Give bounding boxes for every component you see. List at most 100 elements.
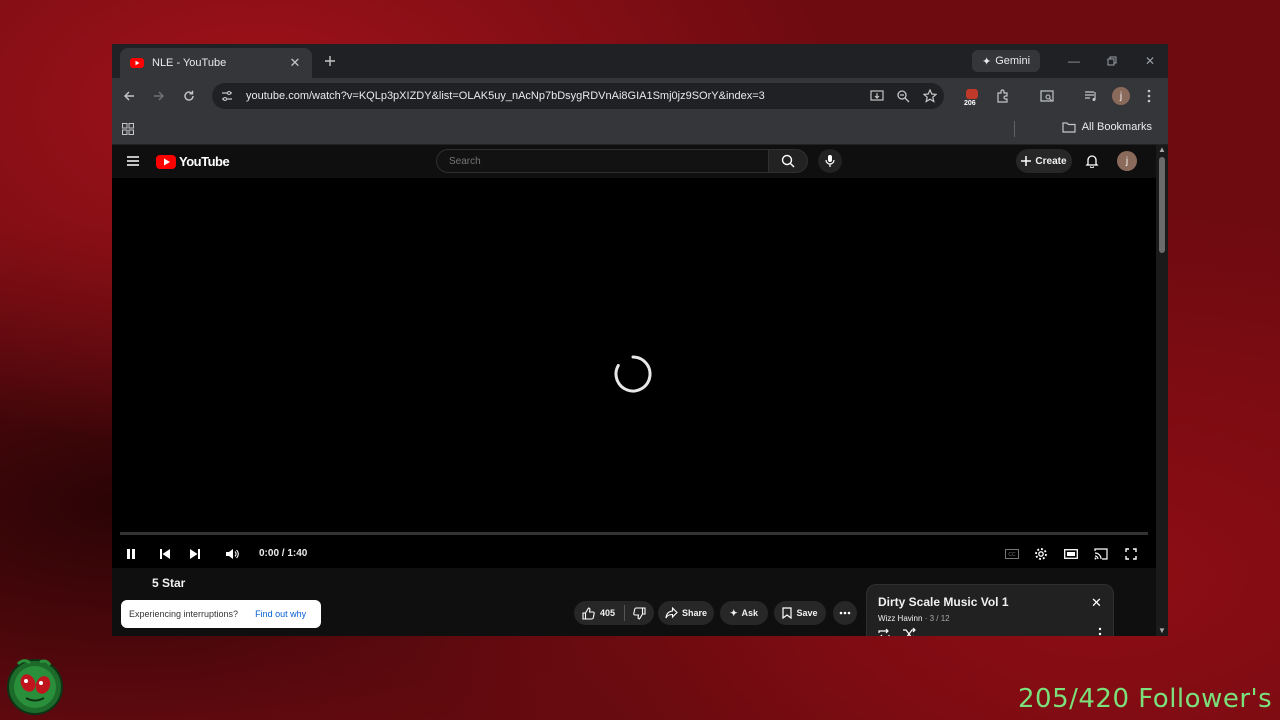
scroll-down-icon[interactable]: ▼ [1158,627,1166,635]
fullscreen-icon[interactable] [1120,543,1142,565]
video-player[interactable]: 0:00 / 1:40 CC [112,178,1156,568]
cast-icon[interactable] [1090,543,1112,565]
youtube-logo-text: YouTube [179,154,230,169]
ask-label: Ask [741,608,759,618]
search-icon [781,154,795,168]
restore-icon[interactable] [1102,51,1122,71]
media-controls-icon[interactable] [1082,87,1100,105]
playlist-title[interactable]: Dirty Scale Music Vol 1 [878,595,1009,609]
playlist-separator: · [924,614,928,623]
tab-search-icon[interactable] [1038,87,1056,105]
create-button[interactable]: Create [1016,149,1072,173]
tab-title: NLE - YouTube [152,57,227,69]
create-label: Create [1035,155,1067,167]
bookmarks-bar: All Bookmarks [112,114,1168,145]
site-info-icon[interactable] [220,89,234,103]
youtube-page: YouTube Create j [112,145,1156,636]
tab-youtube[interactable]: NLE - YouTube ✕ [120,48,312,78]
playlist-panel: Dirty Scale Music Vol 1 Wizz Havinn · 3 … [866,584,1114,636]
time-display: 0:00 / 1:40 [259,548,308,559]
forward-icon[interactable] [148,85,170,107]
plus-icon [1021,156,1032,166]
microphone-icon [825,155,835,167]
playlist-subtitle: Wizz Havinn · 3 / 12 [878,614,950,623]
video-title: 5 Star [152,576,186,590]
ask-button[interactable]: ✦ Ask [720,601,768,625]
like-button[interactable]: 405 [582,606,616,620]
previous-icon[interactable] [154,543,176,565]
share-label: Share [681,608,707,618]
captions-icon[interactable]: CC [1001,543,1023,565]
notifications-bell-icon[interactable] [1082,151,1102,171]
playlist-close-icon[interactable]: ✕ [1091,595,1102,611]
followers-counter: 205/420 Follower's [1018,684,1273,714]
back-icon[interactable] [118,85,140,107]
more-dots-icon [839,611,851,615]
page-scrollbar[interactable]: ▲ ▼ [1156,145,1168,636]
volume-icon[interactable] [221,543,243,565]
youtube-header: YouTube Create j [112,145,1156,178]
all-bookmarks-label: All Bookmarks [1081,121,1152,133]
like-count: 405 [600,608,616,618]
thumbs-up-icon [582,606,595,620]
minimize-icon[interactable]: — [1064,51,1084,71]
thumbs-down-icon [633,606,646,620]
extensions-puzzle-icon[interactable] [994,87,1012,105]
playlist-author[interactable]: Wizz Havinn [878,614,922,623]
tab-strip: NLE - YouTube ✕ ✦ Gemini — ✕ [112,44,1168,78]
ask-sparkle-icon: ✦ [729,607,738,618]
extension-badge[interactable]: 206 [963,88,981,108]
save-label: Save [796,608,818,618]
pause-icon[interactable] [120,543,142,565]
all-bookmarks-button[interactable]: All Bookmarks [1062,121,1168,133]
share-button[interactable]: Share [658,601,714,625]
like-divider [624,605,626,621]
tab-close-icon[interactable]: ✕ [286,54,304,72]
settings-gear-icon[interactable] [1030,543,1052,565]
extension-badge-count: 206 [963,100,977,108]
scroll-up-icon[interactable]: ▲ [1158,146,1166,154]
bookmark-star-icon[interactable] [921,87,939,105]
browser-toolbar: youtube.com/watch?v=KQLp3pXIZDY&list=OLA… [112,78,1168,114]
more-actions-button[interactable] [833,601,857,625]
install-app-icon[interactable] [868,87,886,105]
find-out-why-link[interactable]: Find out why [255,609,306,619]
apps-grid-icon[interactable] [117,118,139,140]
search-box[interactable] [436,149,768,173]
next-icon[interactable] [184,543,206,565]
profile-avatar[interactable]: j [1112,87,1130,105]
playlist-menu-icon[interactable] [1093,627,1107,636]
browser-window: NLE - YouTube ✕ ✦ Gemini — ✕ youtube.com… [112,44,1168,636]
url-text: youtube.com/watch?v=KQLp3pXIZDY&list=OLA… [246,90,765,102]
menu-kebab-icon[interactable] [1140,87,1158,105]
youtube-play-logo-icon [156,154,176,169]
search-input[interactable] [447,154,751,168]
bookmark-save-icon [782,607,793,619]
folder-icon [1062,122,1076,133]
address-bar[interactable]: youtube.com/watch?v=KQLp3pXIZDY&list=OLA… [212,83,944,109]
account-avatar[interactable]: j [1117,151,1137,171]
zoom-icon[interactable] [894,87,912,105]
interruptions-toast: Experiencing interruptions? Find out why [121,600,321,628]
bookmarks-separator [1014,121,1015,137]
new-tab-icon[interactable] [320,51,340,71]
scroll-thumb[interactable] [1159,157,1165,253]
reload-icon[interactable] [178,85,200,107]
youtube-logo[interactable]: YouTube [156,154,230,169]
shuffle-icon[interactable] [902,627,916,636]
loop-icon[interactable] [877,627,891,636]
voice-search-button[interactable] [818,149,842,173]
dislike-button[interactable] [633,606,646,620]
gemini-label: Gemini [995,55,1031,67]
loading-spinner-icon [614,355,652,393]
search-button[interactable] [768,149,808,173]
interruptions-question: Experiencing interruptions? [129,609,239,619]
gemini-button[interactable]: ✦ Gemini [972,50,1040,72]
theater-mode-icon[interactable] [1060,543,1082,565]
hamburger-menu-icon[interactable] [122,150,144,172]
progress-bar[interactable] [120,532,1148,535]
like-dislike-group: 405 [574,601,654,625]
save-button[interactable]: Save [774,601,826,625]
window-close-icon[interactable]: ✕ [1140,51,1160,71]
youtube-favicon-icon [130,58,144,68]
